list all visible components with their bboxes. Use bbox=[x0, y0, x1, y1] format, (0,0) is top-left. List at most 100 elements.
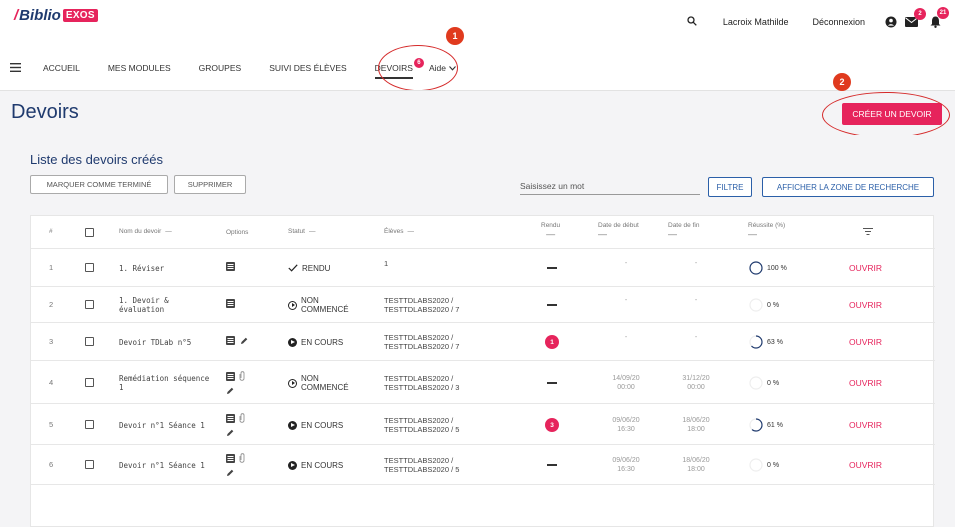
submitted-dash bbox=[547, 464, 557, 466]
start-date: 09/06/20 16:30 bbox=[612, 417, 640, 433]
row-checkbox[interactable] bbox=[85, 263, 94, 272]
filter-button[interactable]: Filtre bbox=[708, 177, 752, 197]
status-badge: EN COURS bbox=[288, 456, 368, 474]
row-checkbox[interactable] bbox=[85, 420, 94, 429]
table-row: 2 1. Devoir & évaluation NON COMMENCÉ TESTT… bbox=[31, 287, 935, 323]
header-status[interactable]: Statut — bbox=[288, 228, 315, 235]
table-row: 3 Devoir TDLab n°5 EN COURS TESTTDLABS2020 … bbox=[31, 323, 935, 361]
open-link[interactable]: Ouvrir bbox=[849, 378, 882, 388]
header-end-date[interactable]: Date de fin — bbox=[668, 222, 699, 239]
open-link[interactable]: Ouvrir bbox=[849, 263, 882, 273]
account-icon[interactable] bbox=[885, 16, 897, 28]
success-rate: 0 % bbox=[748, 375, 779, 391]
in-progress-icon bbox=[288, 460, 297, 470]
not-started-icon bbox=[288, 378, 297, 388]
search-icon[interactable] bbox=[687, 16, 697, 28]
row-checkbox[interactable] bbox=[85, 300, 94, 309]
list-view-icon[interactable] bbox=[226, 299, 235, 310]
header-index: # bbox=[49, 228, 53, 235]
success-rate: 63 % bbox=[748, 334, 783, 350]
status-badge: RENDU bbox=[288, 259, 368, 277]
logo[interactable]: / Biblio EXOS bbox=[14, 7, 98, 24]
header-start-date[interactable]: Date de début — bbox=[598, 222, 639, 239]
messages-icon[interactable]: 2 bbox=[905, 8, 926, 27]
nav-item-groupes[interactable]: Groupes bbox=[199, 63, 242, 73]
edit-pencil-icon[interactable] bbox=[226, 429, 234, 439]
edit-pencil-icon[interactable] bbox=[240, 337, 248, 347]
list-view-icon[interactable] bbox=[226, 262, 235, 273]
end-date: - bbox=[694, 297, 698, 304]
students-cell: TESTTDLABS2020 /TESTTDLABS2020 / 5 bbox=[384, 456, 460, 474]
nav-item-suivi-eleves[interactable]: Suivi des élèves bbox=[269, 63, 346, 73]
top-header: / Biblio EXOS Lacroix Mathilde Déconnexi… bbox=[0, 0, 955, 48]
header-options: Options bbox=[226, 229, 249, 236]
list-view-icon[interactable] bbox=[226, 453, 235, 465]
end-date: 18/06/20 18:00 bbox=[682, 457, 710, 473]
edit-pencil-icon[interactable] bbox=[226, 387, 234, 397]
nav-item-mes-modules[interactable]: Mes modules bbox=[108, 63, 171, 73]
list-title: Liste des devoirs créés bbox=[30, 152, 163, 167]
attachment-icon[interactable] bbox=[239, 453, 245, 465]
open-link[interactable]: Ouvrir bbox=[849, 460, 882, 470]
nav-item-accueil[interactable]: Accueil bbox=[43, 63, 80, 73]
submitted-count-badge[interactable]: 1 bbox=[545, 335, 559, 349]
students-cell: TESTTDLABS2020 /TESTTDLABS2020 / 7 bbox=[384, 333, 460, 351]
list-view-icon[interactable] bbox=[226, 413, 235, 425]
students-cell: 1 bbox=[384, 259, 389, 268]
end-date: 31/12/20 00:00 bbox=[682, 375, 710, 391]
submitted-count-badge[interactable]: 3 bbox=[545, 418, 559, 432]
homework-name: Remédiation séquence 1 bbox=[119, 374, 210, 392]
logo-biblio: Biblio bbox=[19, 7, 61, 24]
check-icon bbox=[288, 264, 298, 272]
row-checkbox[interactable] bbox=[85, 460, 94, 469]
messages-badge: 2 bbox=[914, 8, 926, 20]
notifications-badge: 21 bbox=[937, 7, 949, 19]
end-date: - bbox=[694, 334, 698, 341]
mark-done-button[interactable]: Marquer comme terminé bbox=[30, 175, 168, 194]
list-view-icon[interactable] bbox=[226, 336, 235, 347]
annotation-marker-2: 2 bbox=[833, 73, 851, 91]
select-all-checkbox[interactable] bbox=[85, 228, 94, 237]
submitted-dash bbox=[547, 382, 557, 384]
success-rate: 61 % bbox=[748, 417, 783, 433]
students-cell: TESTTDLABS2020 /TESTTDLABS2020 / 5 bbox=[384, 416, 460, 434]
attachment-icon[interactable] bbox=[239, 371, 245, 383]
success-progress-ring bbox=[749, 376, 763, 390]
attachment-icon[interactable] bbox=[239, 413, 245, 425]
open-link[interactable]: Ouvrir bbox=[849, 337, 882, 347]
open-link[interactable]: Ouvrir bbox=[849, 420, 882, 430]
table-header: # Nom du devoir — Options Statut — Élèves —… bbox=[31, 216, 935, 249]
open-link[interactable]: Ouvrir bbox=[849, 300, 882, 310]
hamburger-menu-icon[interactable] bbox=[10, 59, 21, 77]
bell-icon[interactable]: 21 bbox=[930, 7, 949, 28]
edit-pencil-icon[interactable] bbox=[226, 469, 234, 479]
row-checkbox[interactable] bbox=[85, 378, 94, 387]
header-success[interactable]: Réussite (%) — bbox=[748, 222, 785, 239]
in-progress-icon bbox=[288, 337, 297, 347]
row-index: 5 bbox=[49, 420, 54, 429]
start-date: 14/09/20 00:00 bbox=[612, 375, 640, 391]
logout-link[interactable]: Déconnexion bbox=[812, 17, 865, 27]
search-input[interactable]: Saisissez un mot bbox=[520, 181, 700, 195]
status-badge: NON COMMENCÉ bbox=[288, 296, 368, 314]
in-progress-icon bbox=[288, 420, 297, 430]
annotation-ellipse-devoirs bbox=[378, 45, 458, 91]
header-name[interactable]: Nom du devoir — bbox=[119, 228, 172, 235]
filter-icon[interactable] bbox=[863, 228, 873, 235]
homework-table: # Nom du devoir — Options Statut — Élèves —… bbox=[30, 215, 935, 527]
row-checkbox[interactable] bbox=[85, 337, 94, 346]
success-progress-ring bbox=[749, 335, 763, 349]
list-view-icon[interactable] bbox=[226, 371, 235, 383]
header-students[interactable]: Élèves — bbox=[384, 228, 414, 235]
header-submitted[interactable]: Rendu — bbox=[541, 222, 560, 239]
table-row: 1 1. Réviser RENDU 1 - - 100 % Ouvrir bbox=[31, 249, 935, 287]
success-progress-ring bbox=[749, 458, 763, 472]
homework-name: 1. Devoir & évaluation bbox=[119, 296, 169, 314]
user-name[interactable]: Lacroix Mathilde bbox=[723, 17, 789, 27]
delete-button[interactable]: Supprimer bbox=[174, 175, 246, 194]
logo-exos: EXOS bbox=[62, 9, 98, 22]
show-search-button[interactable]: Afficher la zone de recherche bbox=[762, 177, 934, 197]
end-date: - bbox=[694, 260, 698, 267]
success-rate: 0 % bbox=[748, 297, 779, 313]
submitted-dash bbox=[547, 267, 557, 269]
